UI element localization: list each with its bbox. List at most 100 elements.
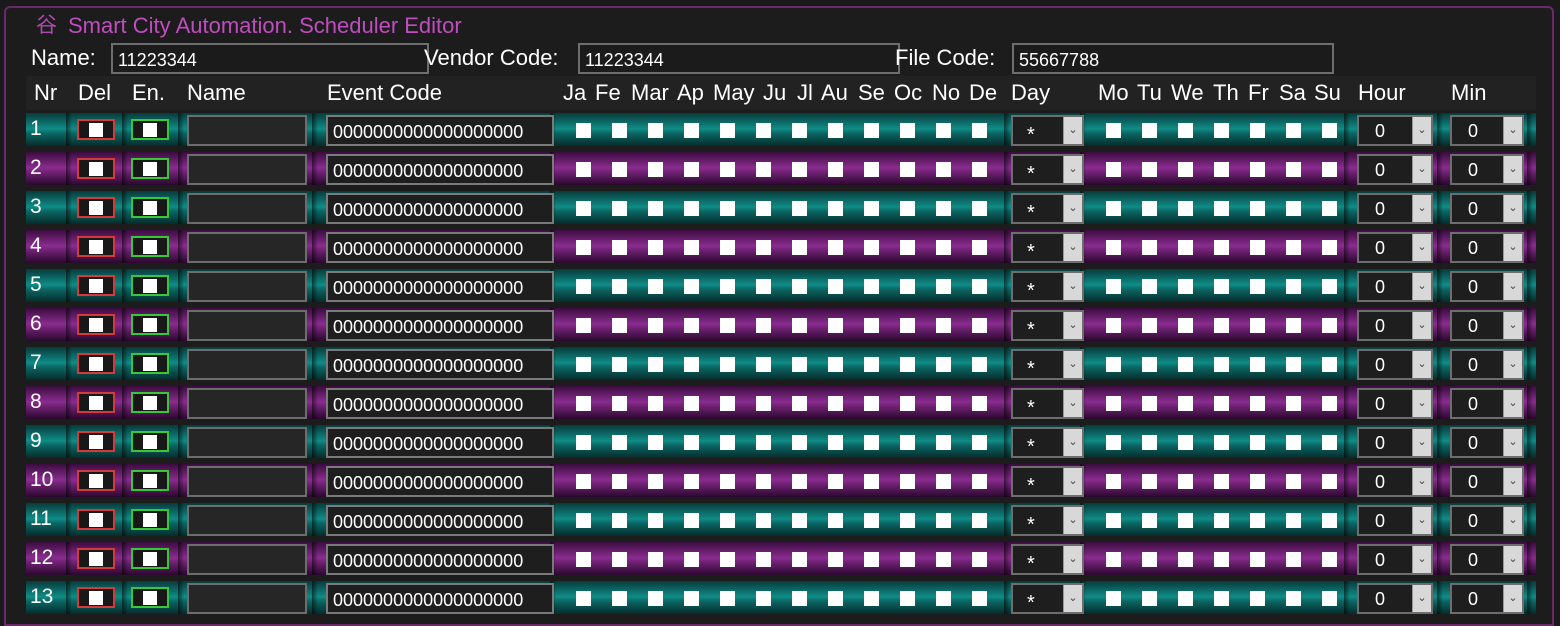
month-checkbox-ju[interactable] [756, 240, 771, 255]
day-select[interactable]: * ⌄ [1011, 193, 1084, 224]
month-checkbox-fe[interactable] [612, 318, 627, 333]
month-checkbox-ap[interactable] [684, 162, 699, 177]
row-name-input[interactable] [187, 193, 307, 224]
chevron-down-icon[interactable]: ⌄ [1412, 468, 1431, 495]
month-checkbox-au[interactable] [828, 474, 843, 489]
day-select[interactable]: * ⌄ [1011, 271, 1084, 302]
month-checkbox-jl[interactable] [792, 279, 807, 294]
chevron-down-icon[interactable]: ⌄ [1503, 312, 1522, 339]
event-code-input[interactable]: 0000000000000000000 [326, 154, 554, 185]
min-select[interactable]: 0 ⌄ [1450, 349, 1524, 380]
min-select[interactable]: 0 ⌄ [1450, 310, 1524, 341]
weekday-checkbox-th[interactable] [1214, 474, 1229, 489]
month-checkbox-au[interactable] [828, 435, 843, 450]
hour-select[interactable]: 0 ⌄ [1357, 388, 1433, 419]
weekday-checkbox-su[interactable] [1322, 318, 1337, 333]
chevron-down-icon[interactable]: ⌄ [1412, 351, 1431, 378]
weekday-checkbox-su[interactable] [1322, 552, 1337, 567]
row-name-input[interactable] [187, 505, 307, 536]
month-checkbox-ja[interactable] [576, 357, 591, 372]
month-checkbox-ju[interactable] [756, 552, 771, 567]
month-checkbox-fe[interactable] [612, 162, 627, 177]
month-checkbox-jl[interactable] [792, 591, 807, 606]
weekday-checkbox-tu[interactable] [1142, 123, 1157, 138]
name-field[interactable]: 11223344 [111, 42, 429, 74]
enable-checkbox[interactable] [131, 158, 169, 179]
weekday-checkbox-sa[interactable] [1286, 162, 1301, 177]
chevron-down-icon[interactable]: ⌄ [1412, 429, 1431, 456]
min-select[interactable]: 0 ⌄ [1450, 466, 1524, 497]
month-checkbox-may[interactable] [720, 396, 735, 411]
chevron-down-icon[interactable]: ⌄ [1063, 156, 1082, 183]
chevron-down-icon[interactable]: ⌄ [1412, 156, 1431, 183]
weekday-checkbox-su[interactable] [1322, 279, 1337, 294]
weekday-checkbox-we[interactable] [1178, 240, 1193, 255]
weekday-checkbox-th[interactable] [1214, 513, 1229, 528]
row-name-input[interactable] [187, 271, 307, 302]
month-checkbox-mar[interactable] [648, 357, 663, 372]
month-checkbox-ju[interactable] [756, 201, 771, 216]
delete-checkbox[interactable] [77, 509, 115, 530]
chevron-down-icon[interactable]: ⌄ [1063, 273, 1082, 300]
month-checkbox-fe[interactable] [612, 552, 627, 567]
month-checkbox-jl[interactable] [792, 435, 807, 450]
month-checkbox-ju[interactable] [756, 513, 771, 528]
month-checkbox-mar[interactable] [648, 435, 663, 450]
enable-checkbox[interactable] [131, 470, 169, 491]
chevron-down-icon[interactable]: ⌄ [1412, 195, 1431, 222]
chevron-down-icon[interactable]: ⌄ [1503, 546, 1522, 573]
day-select[interactable]: * ⌄ [1011, 544, 1084, 575]
weekday-checkbox-tu[interactable] [1142, 552, 1157, 567]
month-checkbox-no[interactable] [936, 396, 951, 411]
enable-checkbox[interactable] [131, 587, 169, 608]
month-checkbox-ap[interactable] [684, 474, 699, 489]
month-checkbox-fe[interactable] [612, 435, 627, 450]
weekday-checkbox-fr[interactable] [1250, 201, 1265, 216]
event-code-input[interactable]: 0000000000000000000 [326, 115, 554, 146]
weekday-checkbox-fr[interactable] [1250, 513, 1265, 528]
weekday-checkbox-mo[interactable] [1106, 396, 1121, 411]
chevron-down-icon[interactable]: ⌄ [1063, 234, 1082, 261]
enable-checkbox[interactable] [131, 392, 169, 413]
enable-checkbox[interactable] [131, 314, 169, 335]
month-checkbox-mar[interactable] [648, 162, 663, 177]
month-checkbox-no[interactable] [936, 279, 951, 294]
weekday-checkbox-th[interactable] [1214, 435, 1229, 450]
month-checkbox-au[interactable] [828, 123, 843, 138]
month-checkbox-au[interactable] [828, 591, 843, 606]
enable-checkbox[interactable] [131, 353, 169, 374]
month-checkbox-ap[interactable] [684, 279, 699, 294]
weekday-checkbox-sa[interactable] [1286, 552, 1301, 567]
weekday-checkbox-mo[interactable] [1106, 357, 1121, 372]
month-checkbox-ju[interactable] [756, 318, 771, 333]
month-checkbox-au[interactable] [828, 552, 843, 567]
month-checkbox-no[interactable] [936, 552, 951, 567]
enable-checkbox[interactable] [131, 119, 169, 140]
enable-checkbox[interactable] [131, 509, 169, 530]
min-select[interactable]: 0 ⌄ [1450, 583, 1524, 614]
weekday-checkbox-su[interactable] [1322, 513, 1337, 528]
month-checkbox-oc[interactable] [900, 357, 915, 372]
month-checkbox-se[interactable] [864, 123, 879, 138]
chevron-down-icon[interactable]: ⌄ [1063, 117, 1082, 144]
chevron-down-icon[interactable]: ⌄ [1503, 351, 1522, 378]
month-checkbox-no[interactable] [936, 201, 951, 216]
weekday-checkbox-mo[interactable] [1106, 591, 1121, 606]
month-checkbox-fe[interactable] [612, 396, 627, 411]
row-name-input[interactable] [187, 349, 307, 380]
month-checkbox-may[interactable] [720, 552, 735, 567]
weekday-checkbox-we[interactable] [1178, 396, 1193, 411]
weekday-checkbox-sa[interactable] [1286, 474, 1301, 489]
month-checkbox-se[interactable] [864, 240, 879, 255]
month-checkbox-may[interactable] [720, 435, 735, 450]
weekday-checkbox-mo[interactable] [1106, 435, 1121, 450]
month-checkbox-oc[interactable] [900, 474, 915, 489]
event-code-input[interactable]: 0000000000000000000 [326, 232, 554, 263]
row-name-input[interactable] [187, 154, 307, 185]
weekday-checkbox-sa[interactable] [1286, 279, 1301, 294]
weekday-checkbox-fr[interactable] [1250, 162, 1265, 177]
hour-select[interactable]: 0 ⌄ [1357, 310, 1433, 341]
month-checkbox-ja[interactable] [576, 240, 591, 255]
weekday-checkbox-fr[interactable] [1250, 474, 1265, 489]
month-checkbox-se[interactable] [864, 201, 879, 216]
